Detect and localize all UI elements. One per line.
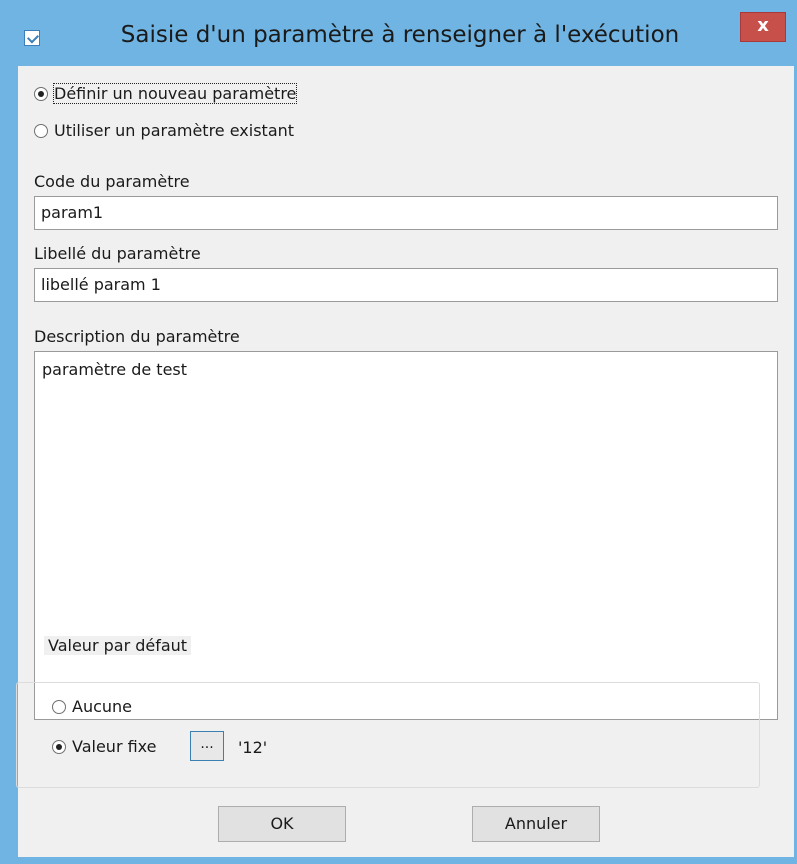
default-value-legend: Valeur par défaut (44, 636, 192, 655)
description-label: Description du paramètre (34, 327, 240, 346)
dialog-window: Saisie d'un paramètre à renseigner à l'e… (0, 0, 797, 864)
code-input[interactable]: param1 (34, 196, 778, 230)
code-label: Code du paramètre (34, 172, 190, 191)
libelle-input[interactable]: libellé param 1 (34, 268, 778, 302)
libelle-label: Libellé du paramètre (34, 244, 201, 263)
window-title: Saisie d'un paramètre à renseigner à l'e… (120, 22, 680, 48)
radio-define-new[interactable]: Définir un nouveau paramètre (34, 83, 298, 104)
radio-unchecked-icon (34, 123, 48, 138)
title-bar: Saisie d'un paramètre à renseigner à l'e… (0, 0, 797, 66)
radio-default-fixed-label: Valeur fixe (72, 737, 157, 756)
radio-checked-icon (52, 739, 66, 754)
app-icon (24, 30, 40, 46)
radio-default-fixed[interactable]: Valeur fixe (52, 737, 157, 756)
browse-value-button[interactable]: ... (190, 731, 224, 761)
close-button[interactable]: x (740, 12, 786, 42)
fixed-value-text: '12' (238, 738, 268, 757)
ok-button[interactable]: OK (218, 806, 346, 842)
radio-checked-icon (34, 86, 48, 101)
radio-default-none-label: Aucune (72, 697, 133, 716)
radio-use-existing[interactable]: Utiliser un paramètre existant (34, 121, 294, 140)
description-textarea[interactable]: paramètre de test (34, 351, 778, 720)
radio-unchecked-icon (52, 699, 66, 714)
cancel-button[interactable]: Annuler (472, 806, 600, 842)
radio-default-none[interactable]: Aucune (52, 697, 132, 716)
radio-use-existing-label: Utiliser un paramètre existant (54, 121, 295, 140)
radio-define-new-label: Définir un nouveau paramètre (52, 83, 298, 104)
